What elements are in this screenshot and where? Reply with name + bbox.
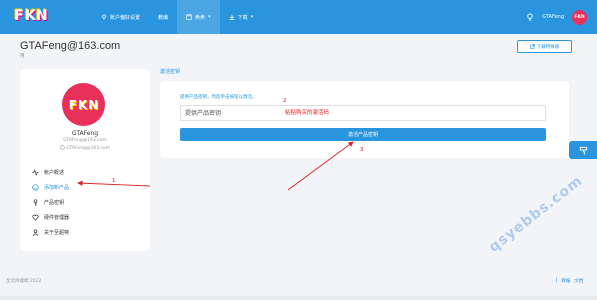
footer-links: J 教编 文档	[556, 278, 583, 284]
bottom-bar	[0, 296, 597, 300]
secondary-email-text: GTAFeng@163.com	[66, 146, 111, 151]
logo-letter: K	[25, 8, 36, 24]
nav-label: 账户偏好设置	[110, 14, 141, 21]
nav-label: 卖卖	[195, 14, 206, 21]
activity-icon	[32, 169, 39, 176]
product-key-input[interactable]	[180, 105, 546, 121]
menu-item-account-overview[interactable]: 帐户概述	[32, 165, 142, 180]
nav-education[interactable]: 教编	[149, 0, 177, 34]
download-special-label: 下载特殊版	[536, 44, 560, 50]
page-subtitle: 用	[20, 54, 25, 59]
smiley-icon	[32, 184, 39, 191]
annotation-step-2: 2	[283, 98, 287, 104]
footer-link[interactable]: 教编	[561, 278, 570, 284]
chevron-down-icon: ▾	[208, 14, 211, 20]
activation-section-label: 激活密钥	[160, 69, 181, 75]
main-nav: 账户偏好设置 教编 卖卖 ▾ 下载 ▾	[92, 0, 262, 34]
download-special-button[interactable]: 下载特殊版	[517, 40, 572, 53]
profile-card: F K N GTAFeng GTAFeng@163.com GTAFeng@16…	[20, 69, 150, 251]
floating-tool-button[interactable]	[569, 141, 597, 159]
annotation-paste-note: 粘贴购买的激活码	[285, 110, 330, 116]
profile-email: GTAFeng@163.com	[63, 138, 107, 143]
menu-item-label: 添加新产品	[44, 185, 70, 191]
avatar-letter: N	[88, 97, 99, 112]
nav-account-preferences[interactable]: 账户偏好设置	[92, 0, 149, 34]
chevron-down-icon: ▾	[250, 14, 254, 20]
store-icon	[186, 14, 192, 20]
user-avatar[interactable]: FKN	[572, 9, 587, 25]
activate-key-button[interactable]: 激活产品密钥	[180, 128, 546, 141]
nav-label: 下载	[237, 14, 248, 21]
heart-icon	[32, 214, 39, 221]
footer-copyright: 至云终端端 2022	[6, 279, 42, 284]
menu-item-label: 产品密钥	[44, 200, 65, 206]
profile-name: GTAFeng	[71, 130, 99, 137]
logo-letter: N	[36, 8, 48, 24]
page-title: GTAFeng@163.com	[20, 40, 121, 52]
top-navbar: F K N 账户偏好设置 教编 卖卖 ▾ 下载 ▾ GTAFeng FKN	[0, 0, 597, 34]
nav-sell[interactable]: 卖卖 ▾	[177, 0, 220, 34]
profile-avatar: F K N	[62, 83, 105, 126]
activation-hint: 提供产品密钥，然后单击按钮以激活。	[180, 95, 257, 100]
avatar-letter: K	[77, 97, 88, 112]
profile-email-secondary: GTAFeng@163.com	[20, 145, 150, 151]
activation-card: 提供产品密钥，然后单击按钮以激活。 激活产品密钥	[160, 81, 569, 158]
menu-item-label: 关于至超特	[44, 230, 70, 236]
menu-item-about[interactable]: 关于至超特	[32, 225, 142, 240]
annotation-step-1: 1	[112, 178, 116, 184]
site-watermark: qsyebbs.com	[486, 172, 586, 256]
lightbulb-icon[interactable]	[526, 13, 534, 21]
logo-letter: F	[14, 8, 24, 24]
paint-roller-icon	[579, 146, 587, 155]
menu-item-label: 硬件管理器	[44, 215, 70, 221]
annotation-step-3: 3	[360, 147, 364, 153]
circle-icon	[60, 145, 65, 150]
menu-item-label: 帐户概述	[44, 170, 65, 176]
external-link-icon	[529, 44, 535, 49]
nav-label: 教编	[158, 14, 169, 21]
pin-icon	[102, 14, 106, 20]
avatar-text: FKN	[574, 14, 585, 20]
menu-item-add-product[interactable]: 添加新产品	[32, 180, 142, 195]
footer-link[interactable]: 文档	[574, 278, 583, 284]
download-icon	[229, 14, 234, 20]
menu-item-product-keys[interactable]: 产品密钥	[32, 195, 142, 210]
key-icon	[33, 199, 38, 206]
nav-download[interactable]: 下载 ▾	[220, 0, 263, 34]
account-menu: 帐户概述 添加新产品 产品密钥 硬件管理器 关于至超特	[32, 165, 142, 240]
user-icon	[32, 229, 39, 236]
header-username[interactable]: GTAFeng	[542, 14, 564, 20]
header-user-area: GTAFeng FKN	[526, 0, 587, 34]
footer-link[interactable]: J	[556, 278, 557, 284]
avatar-letter: F	[68, 97, 77, 112]
app-logo[interactable]: F K N	[14, 7, 48, 27]
menu-item-hardware-manager[interactable]: 硬件管理器	[32, 210, 142, 225]
